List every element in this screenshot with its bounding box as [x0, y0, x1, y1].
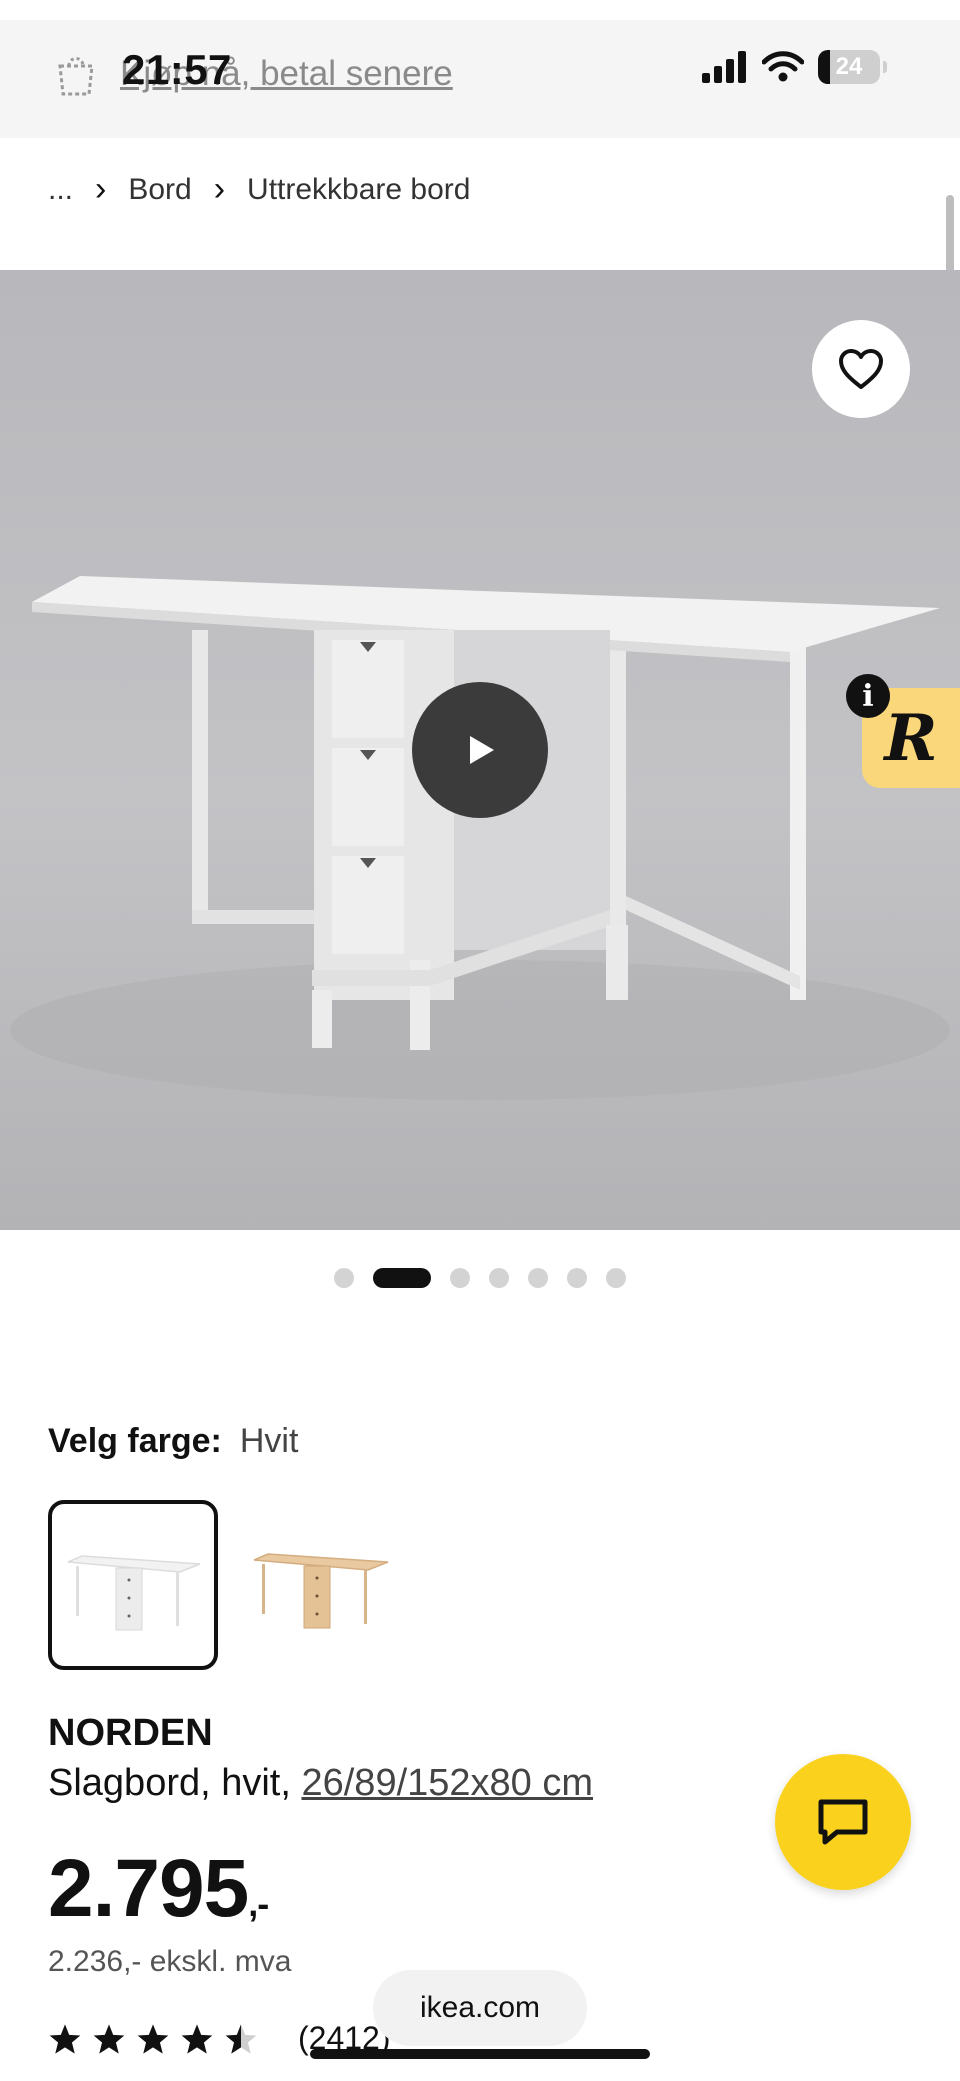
chevron-right-icon: › — [213, 170, 226, 208]
color-label-heading: Velg farge: — [48, 1422, 222, 1460]
chat-button[interactable] — [775, 1754, 911, 1890]
breadcrumb-item-uttrekkbare-bord[interactable]: Uttrekkbare bord — [247, 173, 470, 207]
gallery-dot[interactable] — [606, 1268, 626, 1288]
star-icon — [93, 2023, 125, 2054]
white-table-thumbnail — [67, 1555, 201, 1631]
color-value: Hvit — [239, 1422, 299, 1460]
price-main: 2.795 — [48, 1843, 249, 1934]
breadcrumb: ... › Bord › Uttrekkbare bord — [48, 170, 470, 209]
gallery-pagination — [0, 1268, 960, 1288]
play-video-button[interactable] — [412, 682, 548, 818]
product-dimensions-link[interactable]: 26/89/152x80 cm — [301, 1762, 593, 1804]
product-type: Slagbord, hvit, — [48, 1762, 302, 1804]
breadcrumb-ellipsis[interactable]: ... — [48, 173, 73, 207]
gallery-dot[interactable] — [567, 1268, 587, 1288]
color-swatch-birch[interactable] — [238, 1500, 402, 1664]
star-icon — [181, 2023, 213, 2054]
product-price: 2.795,- — [48, 1842, 269, 1936]
gallery-dot[interactable] — [450, 1268, 470, 1288]
color-select-label: Velg farge: Hvit — [48, 1422, 298, 1461]
half-star-icon — [225, 2023, 257, 2054]
gallery-dot[interactable] — [528, 1268, 548, 1288]
product-name: NORDEN — [48, 1712, 213, 1754]
browser-url-bar[interactable]: ikea.com — [373, 1970, 587, 2046]
gallery-dot[interactable] — [489, 1268, 509, 1288]
gallery-dot[interactable] — [334, 1268, 354, 1288]
star-icon — [49, 2023, 81, 2054]
chevron-right-icon: › — [95, 170, 107, 208]
favorite-button[interactable] — [812, 320, 910, 418]
cellular-signal-icon — [702, 51, 746, 83]
star-icon — [137, 2023, 169, 2054]
play-icon — [470, 736, 494, 764]
birch-table-thumbnail — [253, 1553, 389, 1629]
heart-icon — [839, 349, 883, 389]
info-icon[interactable]: i — [846, 674, 890, 718]
product-description: Slagbord, hvit, 26/89/152x80 cm — [48, 1762, 593, 1805]
status-icons: 24 — [702, 50, 887, 84]
price-suffix: ,- — [248, 1883, 269, 1924]
color-swatch-white[interactable] — [48, 1500, 218, 1670]
battery-level: 24 — [835, 53, 863, 80]
chat-bubble-icon — [818, 1799, 868, 1845]
wifi-icon — [762, 51, 804, 82]
home-indicator[interactable] — [310, 2049, 650, 2059]
promo-link[interactable]: Kjøp nå, betal senere — [56, 52, 453, 96]
shopping-bag-icon — [58, 57, 94, 96]
status-time: 21:57 — [122, 46, 232, 93]
battery-indicator: 24 — [818, 50, 887, 84]
price-excl-vat: 2.236,- ekskl. mva — [48, 1945, 292, 1978]
breadcrumb-item-bord[interactable]: Bord — [128, 173, 191, 207]
gallery-dot-active[interactable] — [373, 1268, 431, 1288]
